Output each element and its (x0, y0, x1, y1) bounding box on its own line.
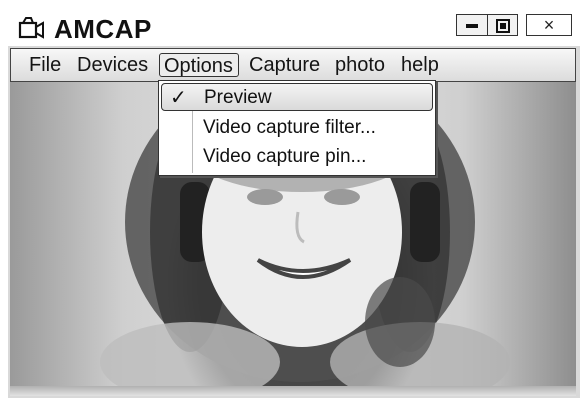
menu-item-label: Video capture filter... (203, 117, 376, 138)
maximize-button[interactable] (488, 14, 518, 36)
menu-bar: File Devices Options Capture photo help (10, 48, 576, 82)
minimize-icon (466, 24, 478, 28)
title-bar[interactable]: AMCAP × (8, 6, 580, 46)
menu-devices[interactable]: Devices (73, 53, 152, 77)
camera-icon (18, 17, 44, 39)
close-button[interactable]: × (526, 14, 572, 36)
options-dropdown-menu: ✓ Preview Video capture filter... Video … (158, 80, 436, 176)
amcap-window: AMCAP × File Devices Options Capture pho… (8, 6, 580, 398)
window-title: AMCAP (54, 14, 152, 44)
minimize-button[interactable] (456, 14, 488, 36)
menu-file[interactable]: File (25, 53, 65, 77)
menu-options[interactable]: Options (159, 53, 239, 77)
menu-item-video-capture-pin[interactable]: Video capture pin... (161, 143, 433, 171)
menu-item-video-capture-filter[interactable]: Video capture filter... (161, 114, 433, 142)
checkmark-icon: ✓ (170, 87, 187, 109)
menu-item-preview[interactable]: ✓ Preview (161, 83, 433, 111)
menu-help[interactable]: help (397, 53, 443, 77)
menu-photo[interactable]: photo (331, 53, 389, 77)
status-strip (10, 386, 576, 396)
close-icon: × (543, 15, 555, 35)
menu-item-label: Video capture pin... (203, 146, 367, 167)
menu-capture[interactable]: Capture (245, 53, 324, 77)
maximize-icon (496, 19, 510, 33)
menu-item-label: Preview (204, 87, 272, 108)
